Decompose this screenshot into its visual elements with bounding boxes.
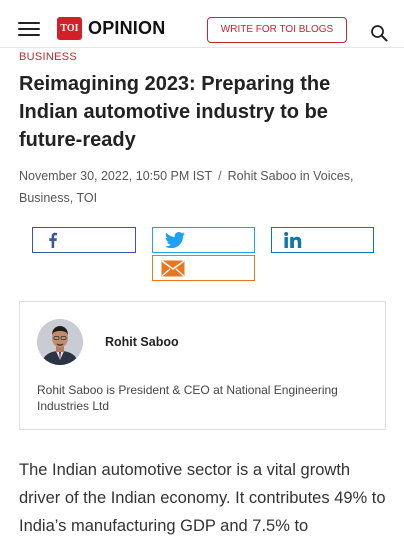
author-avatar[interactable] — [37, 319, 83, 365]
article-meta: November 30, 2022, 10:50 PM IST / Rohit Sa… — [19, 165, 389, 209]
article-body-paragraph: The Indian automotive sector is a vital … — [19, 461, 386, 535]
top-header: TOI OPINION WRITE FOR TOI BLOGS — [0, 0, 404, 48]
twitter-icon — [165, 232, 185, 248]
article-date: November 30, 2022, 10:50 PM IST — [19, 169, 213, 183]
facebook-icon — [49, 232, 57, 248]
author-bio: Rohit Saboo is President & CEO at Nation… — [37, 383, 338, 413]
facebook-share-button[interactable] — [32, 227, 136, 253]
meta-separator: / — [218, 169, 222, 183]
section-title[interactable]: OPINION — [88, 18, 165, 39]
toi-logo[interactable]: TOI — [57, 17, 82, 40]
article-category[interactable]: BUSINESS — [19, 51, 77, 63]
email-share-button[interactable] — [152, 255, 255, 281]
linkedin-share-button[interactable] — [271, 227, 374, 253]
search-icon[interactable] — [370, 24, 388, 42]
linkedin-icon — [284, 232, 302, 248]
article-title: Reimagining 2023: Preparing the Indian a… — [19, 73, 331, 151]
write-for-toi-blogs-button[interactable]: WRITE FOR TOI BLOGS — [207, 17, 347, 43]
author-name[interactable]: Rohit Saboo — [105, 335, 179, 349]
hamburger-menu-icon[interactable] — [18, 22, 42, 36]
author-card: Rohit Saboo Rohit Saboo is President & C… — [19, 301, 386, 430]
email-icon — [161, 260, 185, 277]
twitter-share-button[interactable] — [152, 227, 255, 253]
